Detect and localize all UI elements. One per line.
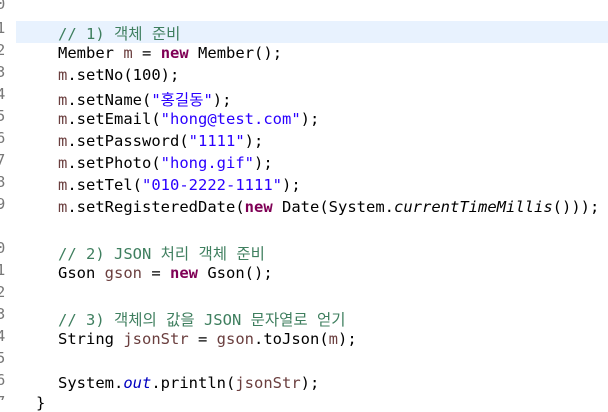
method-call: .setPhoto( <box>67 154 161 172</box>
type-name: Gson <box>207 264 245 282</box>
variable: m <box>58 91 68 109</box>
type-name: String <box>58 330 114 348</box>
variable: m <box>58 66 68 84</box>
closing-brace: } <box>36 394 46 412</box>
variable: gson <box>216 330 254 348</box>
type-name: Member <box>198 44 255 62</box>
method-call: .setPassword( <box>67 132 189 150</box>
code-line: m.setPhoto("hong.gif"); <box>58 154 273 172</box>
keyword: new <box>170 264 198 282</box>
code-line: String jsonStr = gson.toJson(m); <box>58 330 357 348</box>
method-call: .println( <box>151 374 236 392</box>
number-literal: 100 <box>132 66 161 84</box>
variable: gson <box>104 264 142 282</box>
code-line: m.setName("홍길동"); <box>58 91 232 109</box>
string-literal: "010-2222-1111" <box>142 176 282 194</box>
variable: m <box>58 110 68 128</box>
code-line: System.out.println(jsonStr); <box>58 374 320 392</box>
type-name: Member <box>58 44 114 62</box>
comment: // 2) JSON 처리 객체 준비 <box>58 245 265 263</box>
code-line: m.setEmail("hong@test.com"); <box>58 110 320 128</box>
code-area[interactable]: // 1) 객체 준비 Member m = new Member(); m.s… <box>0 0 608 412</box>
variable: m <box>123 44 133 62</box>
code-line: // 2) JSON 처리 객체 준비 <box>58 242 265 264</box>
type-name: Date <box>282 198 320 216</box>
code-line: // 1) 객체 준비 <box>58 22 180 44</box>
variable: jsonStr <box>235 374 301 392</box>
comment: // 3) 객체의 값을 JSON 문자열로 얻기 <box>58 311 346 329</box>
type-name: System <box>328 198 385 216</box>
variable: m <box>58 154 68 172</box>
variable: m <box>58 132 68 150</box>
method-call: .setEmail( <box>67 110 161 128</box>
variable: m <box>328 330 338 348</box>
code-line: Member m = new Member(); <box>58 44 283 62</box>
variable: m <box>58 198 68 216</box>
variable: jsonStr <box>123 330 189 348</box>
static-method: currentTimeMillis <box>394 198 553 216</box>
code-line: Gson gson = new Gson(); <box>58 264 273 282</box>
type-name: System <box>58 374 114 392</box>
code-line: m.setNo(100); <box>58 66 180 84</box>
code-editor[interactable]: 0 1 2 3 4 5 6 7 8 9 0 1 2 3 4 5 6 7 // 1… <box>0 0 608 412</box>
code-line: } <box>36 394 45 412</box>
method-call: .setTel( <box>67 176 142 194</box>
keyword: new <box>244 198 273 216</box>
code-line: m.setRegisteredDate(new Date(System.curr… <box>58 198 600 216</box>
code-line: // 3) 객체의 값을 JSON 문자열로 얻기 <box>58 308 346 330</box>
type-name: Gson <box>58 264 96 282</box>
comment: // 1) 객체 준비 <box>58 25 181 43</box>
method-call: .setNo( <box>67 66 133 84</box>
code-line: m.setTel("010-2222-1111"); <box>58 176 301 194</box>
string-literal: "홍길동" <box>151 91 213 109</box>
method-call: .setRegisteredDate( <box>67 198 245 216</box>
string-literal: "hong@test.com" <box>160 110 301 128</box>
variable: m <box>58 176 68 194</box>
string-literal: "1111" <box>188 132 245 150</box>
method-call: .toJson( <box>254 330 329 348</box>
static-field: out <box>123 374 152 392</box>
keyword: new <box>160 44 189 62</box>
code-line: m.setPassword("1111"); <box>58 132 264 150</box>
string-literal: "hong.gif" <box>160 154 254 172</box>
method-call: .setName( <box>67 91 152 109</box>
